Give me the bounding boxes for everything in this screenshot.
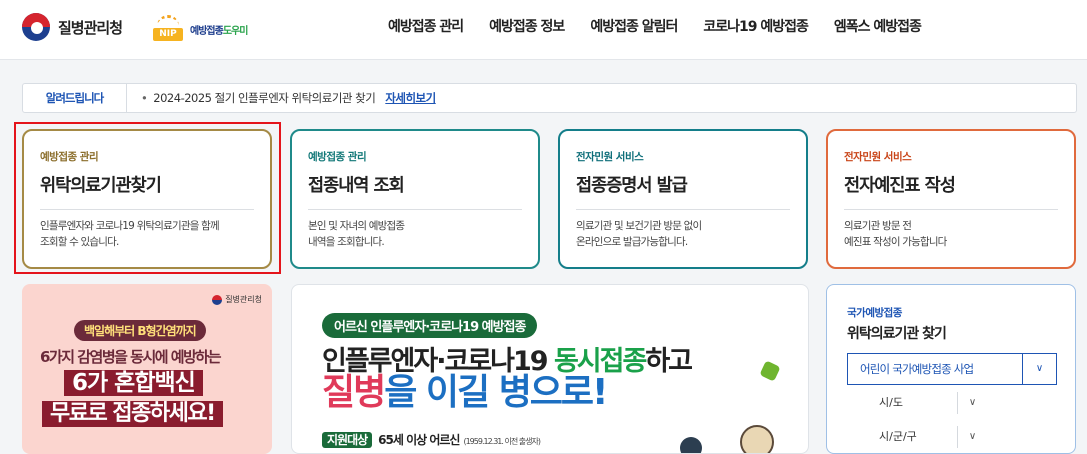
- chevron-down-icon[interactable]: ∨: [957, 426, 987, 448]
- kdca-logo-text: 질병관리청: [58, 18, 123, 37]
- card-category: 예방접종 관리: [40, 151, 99, 163]
- card-description: 의료기관 및 보건기관 방문 없이 온라인으로 발급가능합니다.: [576, 220, 702, 248]
- target-tag: 지원대상: [322, 432, 373, 448]
- banner1-line3: 6가 혼합백신: [64, 370, 203, 396]
- nav-vaccination-management[interactable]: 예방접종 관리: [388, 16, 464, 36]
- card-title: 접종증명서 발급: [576, 176, 688, 196]
- card-description: 인플루엔자와 코로나19 위탁의료기관을 함께 조회할 수 있습니다.: [40, 220, 220, 248]
- notice-more-link[interactable]: 자세히보기: [385, 91, 436, 105]
- nip-logo[interactable]: NIP 예방접종도우미: [151, 12, 248, 44]
- card-divider: [308, 209, 522, 210]
- notice-text[interactable]: 2024-2025 절기 인플루엔자 위탁의료기관 찾기: [153, 91, 376, 105]
- nip-sun-icon: NIP: [151, 13, 185, 43]
- card-vaccination-history[interactable]: 예방접종 관리 접종내역 조회 본인 및 자녀의 예방접종 내역을 조회합니다.: [290, 129, 540, 269]
- card-title: 접종내역 조회: [308, 176, 405, 196]
- sun-rays-icon: [157, 15, 179, 29]
- card-description: 의료기관 방문 전 예진표 작성이 가능합니다: [844, 220, 947, 248]
- program-select[interactable]: 어린이 국가예방접종 사업 ∨: [847, 353, 1057, 385]
- card-divider: [844, 209, 1058, 210]
- notice-bullet: •: [141, 91, 148, 105]
- side-category: 국가예방접종: [847, 307, 902, 319]
- banner2-slogan: 질병을 이길 병으로!: [322, 372, 608, 413]
- notice-bar: 알려드립니다 • 2024-2025 절기 인플루엔자 위탁의료기관 찾기 자세히보…: [22, 83, 1077, 113]
- nav-mpox-vaccination[interactable]: 엠폭스 예방접종: [834, 16, 922, 36]
- card-title: 전자예진표 작성: [844, 176, 956, 196]
- leaf-decoration-icon: [759, 360, 781, 382]
- site-header: 질병관리청 NIP 예방접종도우미 예방접종 관리 예방접종 정보 예방접종 알…: [0, 0, 1087, 60]
- nav-vaccination-info[interactable]: 예방접종 정보: [489, 16, 565, 36]
- card-find-clinic[interactable]: 예방접종 관리 위탁의료기관찾기 인플루엔자와 코로나19 위탁의료기관을 함께…: [22, 129, 272, 269]
- chevron-down-icon[interactable]: ∨: [1022, 354, 1056, 384]
- banner2-target: 지원대상 65세 이상 어르신 (1959.12.31. 이전 출생자): [322, 431, 541, 448]
- card-description: 본인 및 자녀의 예방접종 내역을 조회합니다.: [308, 220, 405, 248]
- card-category: 예방접종 관리: [308, 151, 367, 163]
- sido-select[interactable]: 시/도 ∨: [857, 389, 987, 417]
- card-title: 위탁의료기관찾기: [40, 176, 162, 196]
- chevron-down-icon[interactable]: ∨: [957, 392, 987, 414]
- banner1-line1: 백일해부터 B형간염까지: [74, 320, 206, 341]
- sigungu-select-value: 시/군/구: [879, 430, 917, 443]
- sido-select-value: 시/도: [879, 396, 903, 409]
- banner1-line4: 무료로 접종하세요!: [42, 401, 223, 427]
- virus-decoration-icon: [680, 437, 702, 453]
- side-title: 위탁의료기관 찾기: [847, 326, 947, 342]
- senior-flu-covid-banner[interactable]: 어르신 인플루엔자·코로나19 예방접종 인플루엔자·코로나19 동시접종하고 …: [291, 284, 809, 454]
- card-divider: [40, 209, 254, 210]
- card-vaccination-certificate[interactable]: 전자민원 서비스 접종증명서 발급 의료기관 및 보건기관 방문 없이 온라인으로…: [558, 129, 808, 269]
- hexavalent-vaccine-banner[interactable]: 질병관리청 백일해부터 B형간염까지 6가지 감염병을 동시에 예방하는 6가 …: [22, 284, 272, 454]
- notice-message: • 2024-2025 절기 인플루엔자 위탁의료기관 찾기 자세히보기: [141, 84, 436, 112]
- national-clinic-search-panel: 국가예방접종 위탁의료기관 찾기 어린이 국가예방접종 사업 ∨ 시/도 ∨ 시…: [826, 284, 1076, 454]
- nav-vaccination-notice[interactable]: 예방접종 알림터: [590, 16, 678, 36]
- taegeuk-emblem-icon: [22, 13, 50, 41]
- card-e-prescreening[interactable]: 전자민원 서비스 전자예진표 작성 의료기관 방문 전 예진표 작성이 가능합니다: [826, 129, 1076, 269]
- card-category: 전자민원 서비스: [844, 151, 912, 163]
- kdca-logo[interactable]: 질병관리청: [22, 12, 123, 42]
- nip-logo-text: 예방접종도우미: [190, 25, 248, 37]
- sigungu-select[interactable]: 시/군/구 ∨: [857, 423, 987, 451]
- banner2-pill: 어르신 인플루엔자·코로나19 예방접종: [322, 313, 538, 338]
- card-category: 전자민원 서비스: [576, 151, 644, 163]
- program-select-value: 어린이 국가예방접종 사업: [860, 362, 974, 376]
- card-divider: [576, 209, 790, 210]
- nip-mark-text: NIP: [153, 28, 183, 41]
- notice-label: 알려드립니다: [23, 84, 127, 112]
- banner-kdca-logo: 질병관리청: [212, 294, 262, 305]
- main-nav: 예방접종 관리 예방접종 정보 예방접종 알림터 코로나19 예방접종 엠폭스 …: [388, 16, 947, 36]
- character-illustration-icon: [740, 425, 774, 453]
- banner1-line2: 6가지 감염병을 동시에 예방하는: [40, 348, 222, 366]
- nav-covid19-vaccination[interactable]: 코로나19 예방접종: [703, 16, 809, 36]
- taegeuk-emblem-icon: [212, 294, 223, 305]
